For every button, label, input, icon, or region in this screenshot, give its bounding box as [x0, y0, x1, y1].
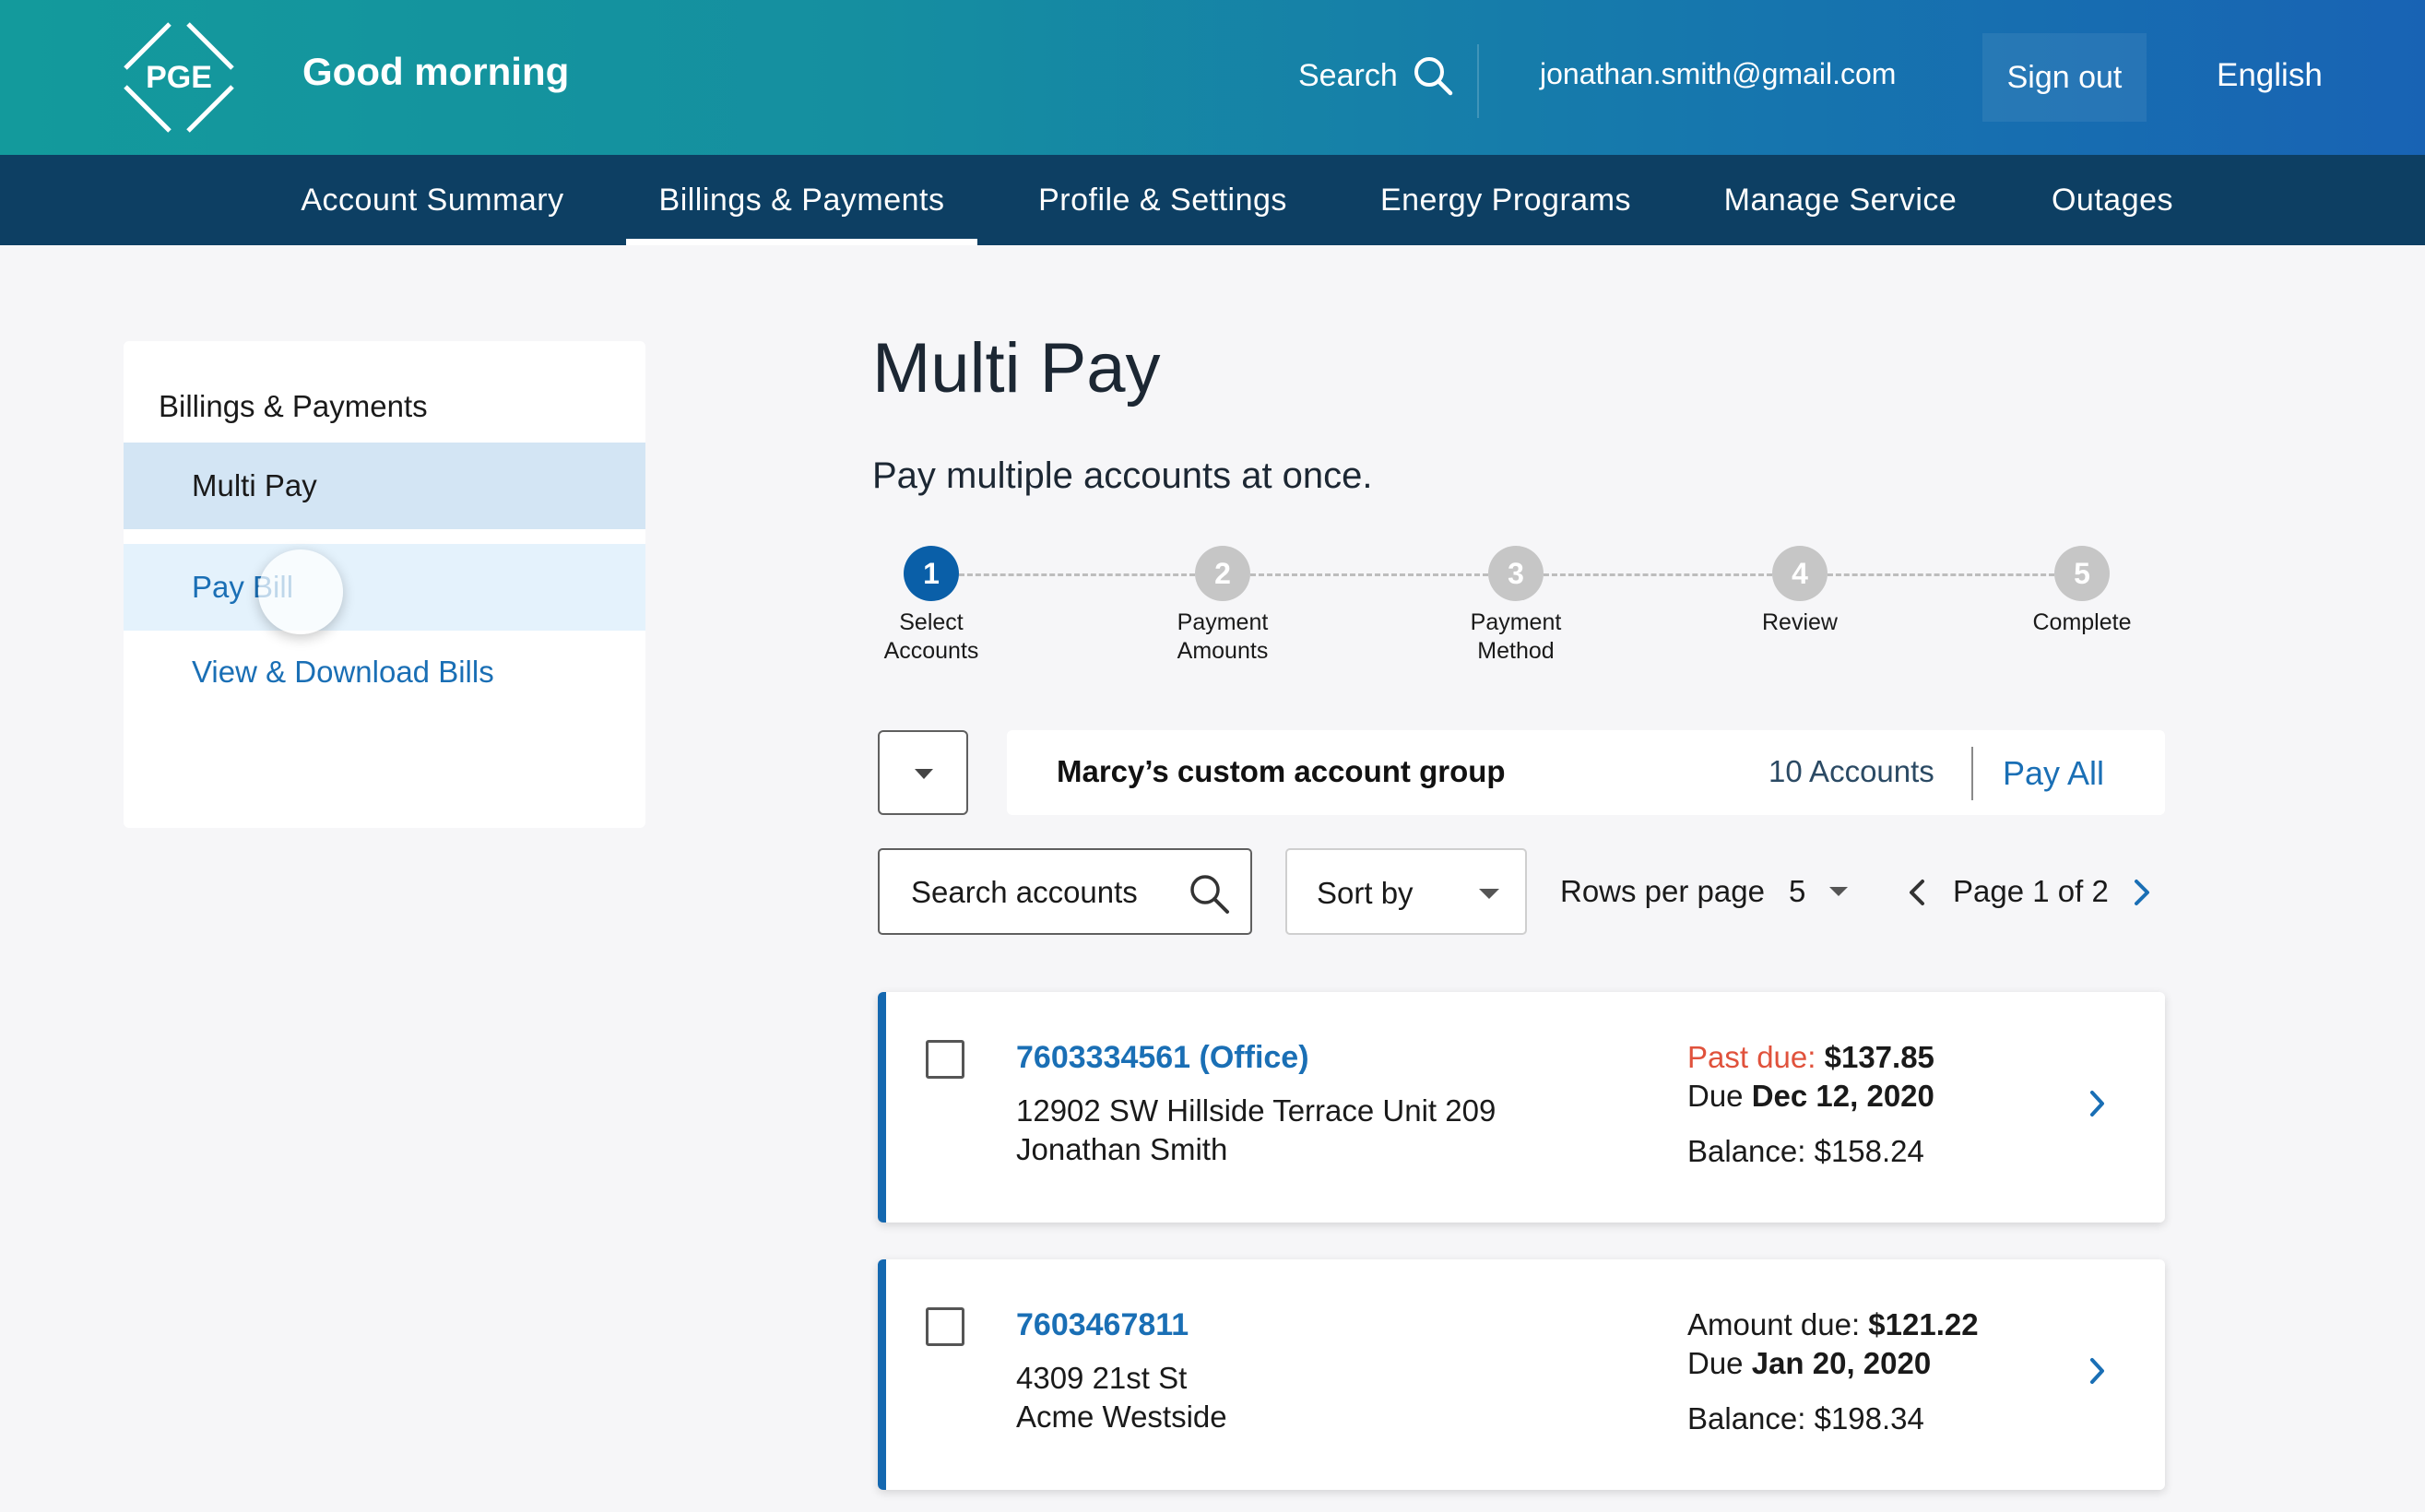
tab-outages[interactable]: Outages — [2034, 155, 2191, 245]
sidebar-title: Billings & Payments — [159, 389, 428, 423]
tab-energy-programs[interactable]: Energy Programs — [1363, 155, 1649, 245]
step-label-line: Amounts — [1177, 638, 1269, 664]
due-date: Due Dec 12, 2020 — [1687, 1079, 1934, 1114]
amount-due: Amount due: $121.22 — [1687, 1307, 1979, 1342]
step-label-line: Review — [1762, 609, 1838, 635]
tab-manage-service[interactable]: Manage Service — [1706, 155, 1975, 245]
group-divider — [1971, 747, 1973, 800]
logo-text: PGE — [146, 60, 212, 95]
sign-out-label: Sign out — [2006, 59, 2123, 95]
top-header: PGE Good morning Search jonathan.smith@g… — [0, 0, 2425, 155]
pagination-label: Page 1 of 2 — [1953, 874, 2109, 908]
account-checkbox[interactable] — [926, 1307, 964, 1346]
account-owner: Jonathan Smith — [1016, 1132, 1228, 1166]
step-label-line: Complete — [2032, 609, 2132, 635]
step-label-line: Method — [1477, 638, 1555, 664]
step-connector — [1828, 573, 2054, 576]
due-prefix: Due — [1687, 1346, 1744, 1380]
cursor-touch-indicator — [258, 549, 343, 634]
chevron-left-icon[interactable] — [1907, 878, 1927, 907]
sort-by-label: Sort by — [1317, 876, 1414, 910]
step-connector — [1250, 573, 1488, 576]
tab-profile-settings[interactable]: Profile & Settings — [1018, 155, 1307, 245]
step-2-label: Payment Amounts — [1130, 608, 1315, 666]
sidebar-item-label: Multi Pay — [192, 468, 317, 502]
account-group-name: Marcy’s custom account group — [1057, 754, 1506, 788]
search-icon[interactable] — [1188, 872, 1230, 915]
sign-out-button[interactable]: Sign out — [1982, 33, 2147, 122]
due-prefix: Due — [1687, 1079, 1744, 1113]
chevron-right-icon[interactable] — [2088, 1355, 2108, 1387]
sidebar: Billings & Payments Multi Pay Pay Bill V… — [124, 341, 645, 828]
step-5-circle: 5 — [2054, 546, 2110, 601]
step-4-label: Review — [1708, 608, 1892, 637]
due-date-value: Dec 12, 2020 — [1751, 1079, 1934, 1113]
search-accounts-input[interactable] — [909, 868, 1180, 916]
account-owner: Acme Westside — [1016, 1400, 1227, 1434]
account-card[interactable]: 7603334561 (Office) 12902 SW Hillside Te… — [878, 992, 2165, 1223]
account-address: 4309 21st St — [1016, 1361, 1188, 1395]
user-email[interactable]: jonathan.smith@gmail.com — [1540, 57, 1896, 91]
account-card[interactable]: 7603467811 4309 21st St Acme Westside Am… — [878, 1259, 2165, 1490]
step-3-circle: 3 — [1488, 546, 1544, 601]
header-search-label: Search — [1298, 57, 1398, 93]
step-4-circle: 4 — [1772, 546, 1828, 601]
pge-logo-icon: PGE — [124, 22, 234, 133]
rows-per-page-label: Rows per page — [1560, 874, 1765, 908]
account-group-card: Marcy’s custom account group 10 Accounts… — [1007, 730, 2165, 815]
search-accounts-field[interactable] — [878, 848, 1252, 935]
tab-billings-payments[interactable]: Billings & Payments — [626, 155, 977, 245]
card-accent-bar — [878, 1259, 886, 1490]
past-due-label: Past due: — [1687, 1040, 1816, 1074]
step-1-label: Select Accounts — [839, 608, 1023, 666]
account-checkbox[interactable] — [926, 1040, 964, 1079]
amount-due-label: Amount due: — [1687, 1307, 1861, 1341]
step-label-line: Accounts — [883, 638, 979, 664]
sidebar-item-multi-pay[interactable]: Multi Pay — [124, 443, 645, 529]
step-connector — [1544, 573, 1772, 576]
page-subtitle: Pay multiple accounts at once. — [872, 455, 1373, 496]
account-number-link[interactable]: 7603467811 — [1016, 1307, 1189, 1343]
search-icon — [1414, 57, 1452, 96]
language-selector[interactable]: English — [2217, 57, 2323, 94]
account-number-link[interactable]: 7603334561 (Office) — [1016, 1040, 1309, 1076]
pay-all-button[interactable]: Pay All — [2003, 754, 2104, 793]
due-amount: $121.22 — [1868, 1307, 1979, 1341]
sidebar-item-view-download-bills[interactable]: View & Download Bills — [192, 655, 494, 690]
account-address: 12902 SW Hillside Terrace Unit 209 — [1016, 1093, 1496, 1128]
tab-account-summary[interactable]: Account Summary — [280, 155, 585, 245]
card-accent-bar — [878, 992, 886, 1223]
chevron-right-icon[interactable] — [2132, 878, 2152, 907]
account-group-count: 10 Accounts — [1768, 754, 1934, 788]
step-2-circle: 2 — [1195, 546, 1250, 601]
due-date: Due Jan 20, 2020 — [1687, 1346, 1931, 1381]
amount-due: Past due: $137.85 — [1687, 1040, 1934, 1075]
header-divider — [1477, 44, 1479, 118]
due-date-value: Jan 20, 2020 — [1751, 1346, 1932, 1380]
step-label-line: Select — [899, 609, 964, 635]
main-nav: Account Summary Billings & Payments Prof… — [0, 155, 2425, 245]
account-balance: Balance: $198.34 — [1687, 1401, 1924, 1435]
account-group-dropdown[interactable] — [878, 730, 968, 815]
step-1-circle: 1 — [904, 546, 959, 601]
step-5-label: Complete — [1990, 608, 2174, 637]
chevron-right-icon[interactable] — [2088, 1088, 2108, 1119]
step-label-line: Payment — [1470, 609, 1562, 635]
step-label-line: Payment — [1177, 609, 1269, 635]
page-title: Multi Pay — [872, 329, 1161, 408]
account-balance: Balance: $158.24 — [1687, 1134, 1924, 1168]
sort-by-dropdown[interactable]: Sort by — [1285, 848, 1527, 935]
step-3-label: Payment Method — [1424, 608, 1608, 666]
header-search-button[interactable]: Search — [1298, 55, 1453, 96]
pge-logo[interactable]: PGE — [116, 15, 242, 140]
rows-per-page-select[interactable]: 5 — [1789, 874, 1805, 909]
greeting-text: Good morning — [302, 50, 570, 93]
step-connector — [959, 573, 1195, 576]
chevron-down-icon[interactable] — [1829, 887, 1848, 896]
sidebar-item-pay-bill[interactable]: Pay Bill — [124, 544, 645, 631]
due-amount: $137.85 — [1824, 1040, 1934, 1074]
